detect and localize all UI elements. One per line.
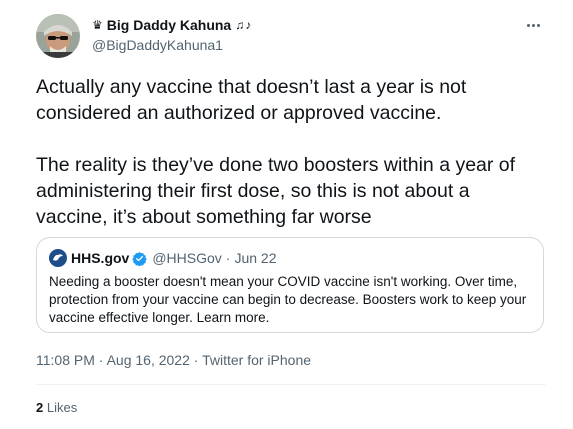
verified-badge-icon: [132, 251, 148, 266]
more-dot: [531, 23, 535, 27]
likes-count: 2: [36, 400, 44, 415]
tweet-text: Actually any vaccine that doesn’t last a…: [36, 76, 516, 228]
hhs-eagle-icon: [53, 254, 63, 261]
tweet: ♛ Big Daddy Kahuna ♫♪ @BigDaddyKahuna1 A…: [0, 0, 573, 429]
more-dot: [536, 23, 540, 27]
quoted-separator: ·: [225, 250, 231, 266]
likes-label: Likes: [46, 400, 78, 415]
display-name[interactable]: Big Daddy Kahuna: [107, 16, 231, 34]
meta-separator: ·: [98, 352, 104, 368]
divider: [36, 384, 546, 385]
hhs-logo-icon: [49, 249, 67, 267]
quoted-tweet[interactable]: HHS.gov @HHSGov · Jun 22 Needing a boost…: [36, 237, 544, 333]
quoted-tweet-header: HHS.gov @HHSGov · Jun 22: [49, 249, 531, 267]
tweet-timestamp: 11:08 PM · Aug 16, 2022 · Twitter for iP…: [36, 351, 311, 369]
tweet-date[interactable]: Aug 16, 2022: [107, 352, 190, 368]
more-dot: [526, 23, 530, 27]
avatar[interactable]: [36, 14, 80, 58]
meta-separator: ·: [193, 352, 199, 368]
more-options-icon[interactable]: [523, 16, 543, 34]
music-notes-icon: ♫♪: [235, 18, 253, 32]
quoted-display-name[interactable]: HHS.gov: [71, 249, 129, 267]
display-name-row[interactable]: ♛ Big Daddy Kahuna ♫♪: [92, 16, 252, 34]
quoted-date[interactable]: Jun 22: [234, 249, 276, 267]
author-handle[interactable]: @BigDaddyKahuna1: [92, 36, 252, 54]
quoted-tweet-text: Needing a booster doesn't mean your COVI…: [49, 274, 527, 325]
tweet-source: Twitter for iPhone: [202, 352, 312, 368]
tweet-time[interactable]: 11:08 PM: [36, 352, 95, 368]
crown-icon: ♛: [92, 18, 103, 32]
quoted-handle[interactable]: @HHSGov: [152, 249, 221, 267]
likes-link[interactable]: 2 Likes: [36, 400, 77, 416]
avatar-image: [36, 14, 80, 58]
author-block: ♛ Big Daddy Kahuna ♫♪ @BigDaddyKahuna1: [92, 16, 252, 54]
